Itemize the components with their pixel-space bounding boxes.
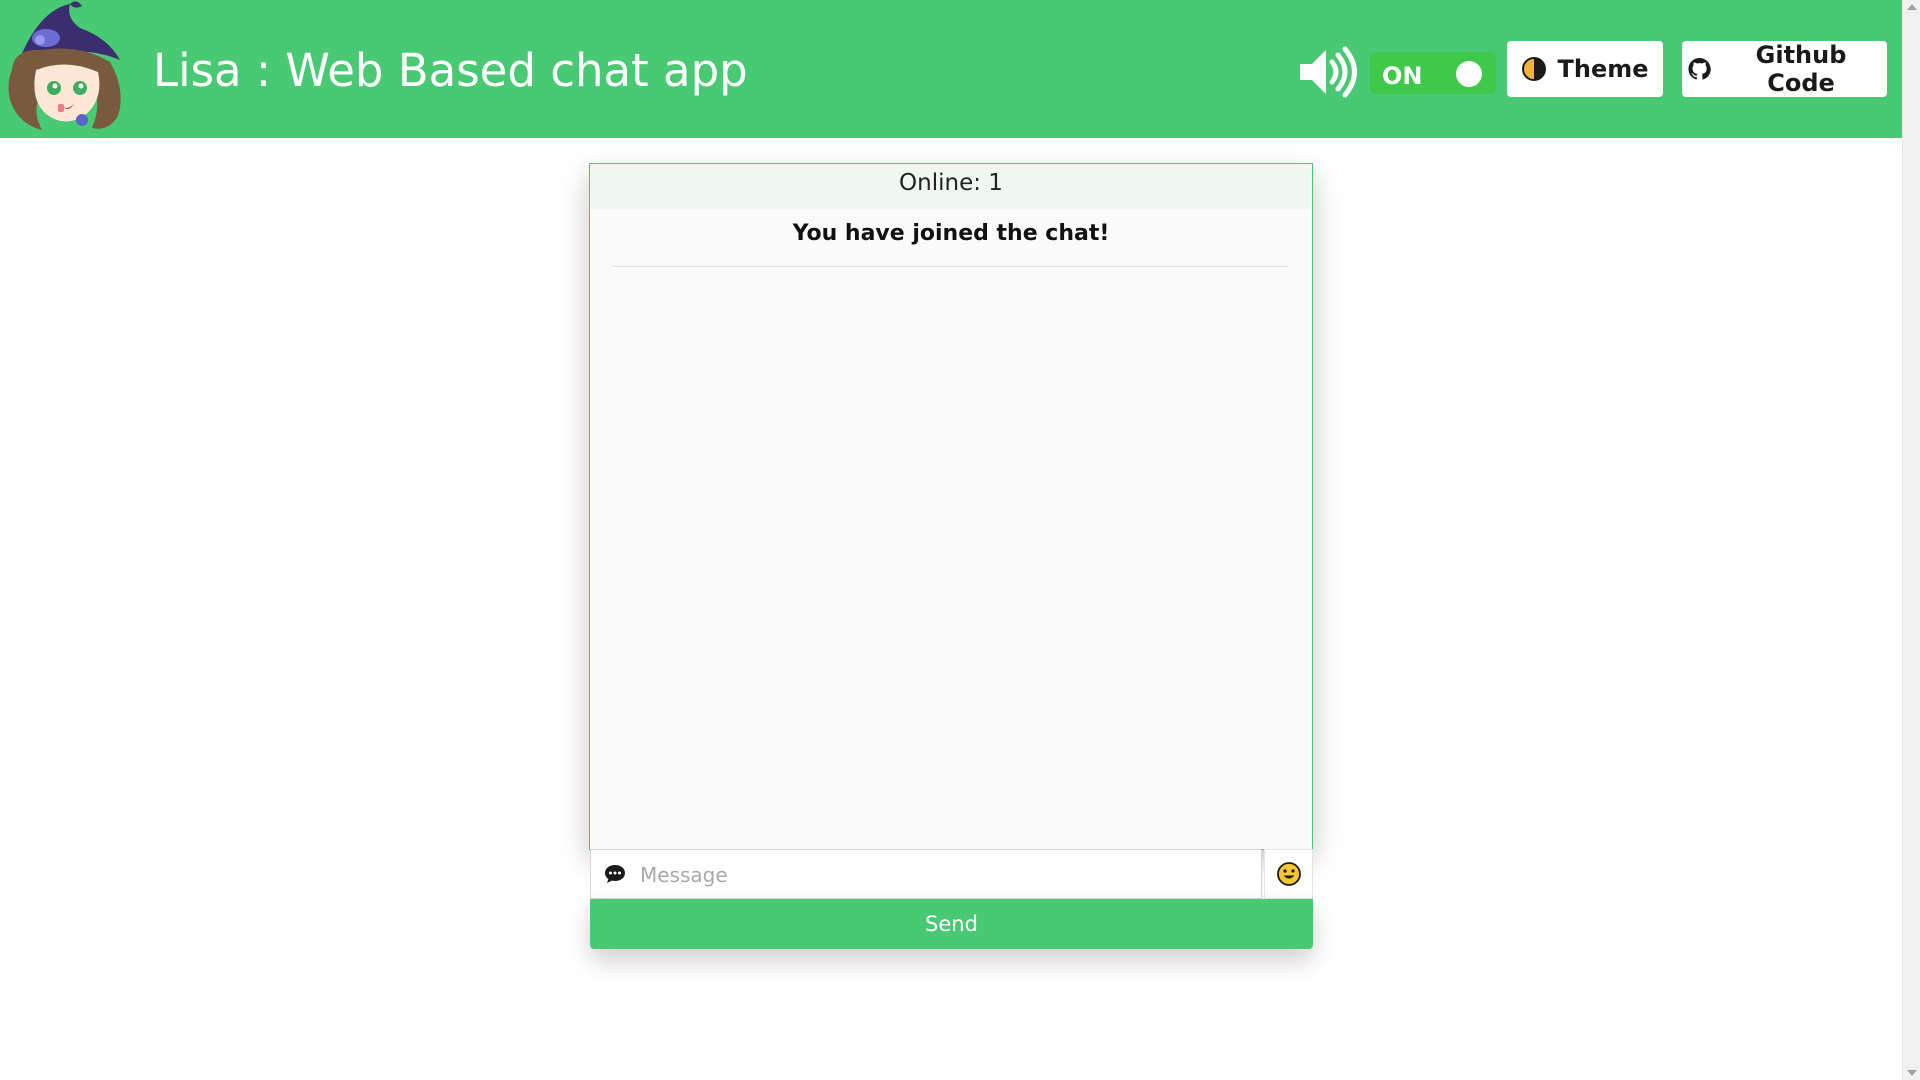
toggle-knob <box>1456 61 1482 87</box>
sound-toggle-label: ON <box>1382 62 1423 90</box>
scroll-up-arrow-icon[interactable] <box>1907 4 1917 10</box>
message-composer <box>590 849 1313 900</box>
theme-button[interactable]: Theme <box>1507 41 1663 97</box>
page-title: Lisa : Web Based chat app <box>153 44 748 97</box>
theme-button-label: Theme <box>1557 55 1649 83</box>
app-header: Lisa : Web Based chat app ON Theme Githu… <box>0 0 1902 138</box>
chat-bubble-icon <box>605 865 625 883</box>
sound-toggle[interactable]: ON <box>1370 52 1496 94</box>
speaker-volume-icon[interactable] <box>1298 46 1360 98</box>
chat-window: Online: 1 You have joined the chat! <box>589 163 1313 850</box>
page-scrollbar[interactable] <box>1902 0 1920 1080</box>
witch-avatar-logo <box>8 1 121 130</box>
emoji-button[interactable] <box>1264 849 1313 899</box>
message-input-wrapper <box>590 849 1262 900</box>
scroll-down-arrow-icon[interactable] <box>1907 1070 1917 1076</box>
github-icon <box>1688 57 1711 80</box>
system-message: You have joined the chat! <box>613 209 1289 267</box>
github-button-label: Github Code <box>1755 41 1847 97</box>
github-code-button[interactable]: Github Code <box>1682 41 1887 97</box>
message-input[interactable] <box>638 850 1257 900</box>
smiley-emoji-icon <box>1276 862 1301 886</box>
message-list[interactable]: You have joined the chat! <box>590 209 1312 849</box>
online-count: Online: 1 <box>590 164 1312 209</box>
send-button[interactable]: Send <box>590 899 1313 949</box>
half-moon-icon <box>1522 57 1547 81</box>
